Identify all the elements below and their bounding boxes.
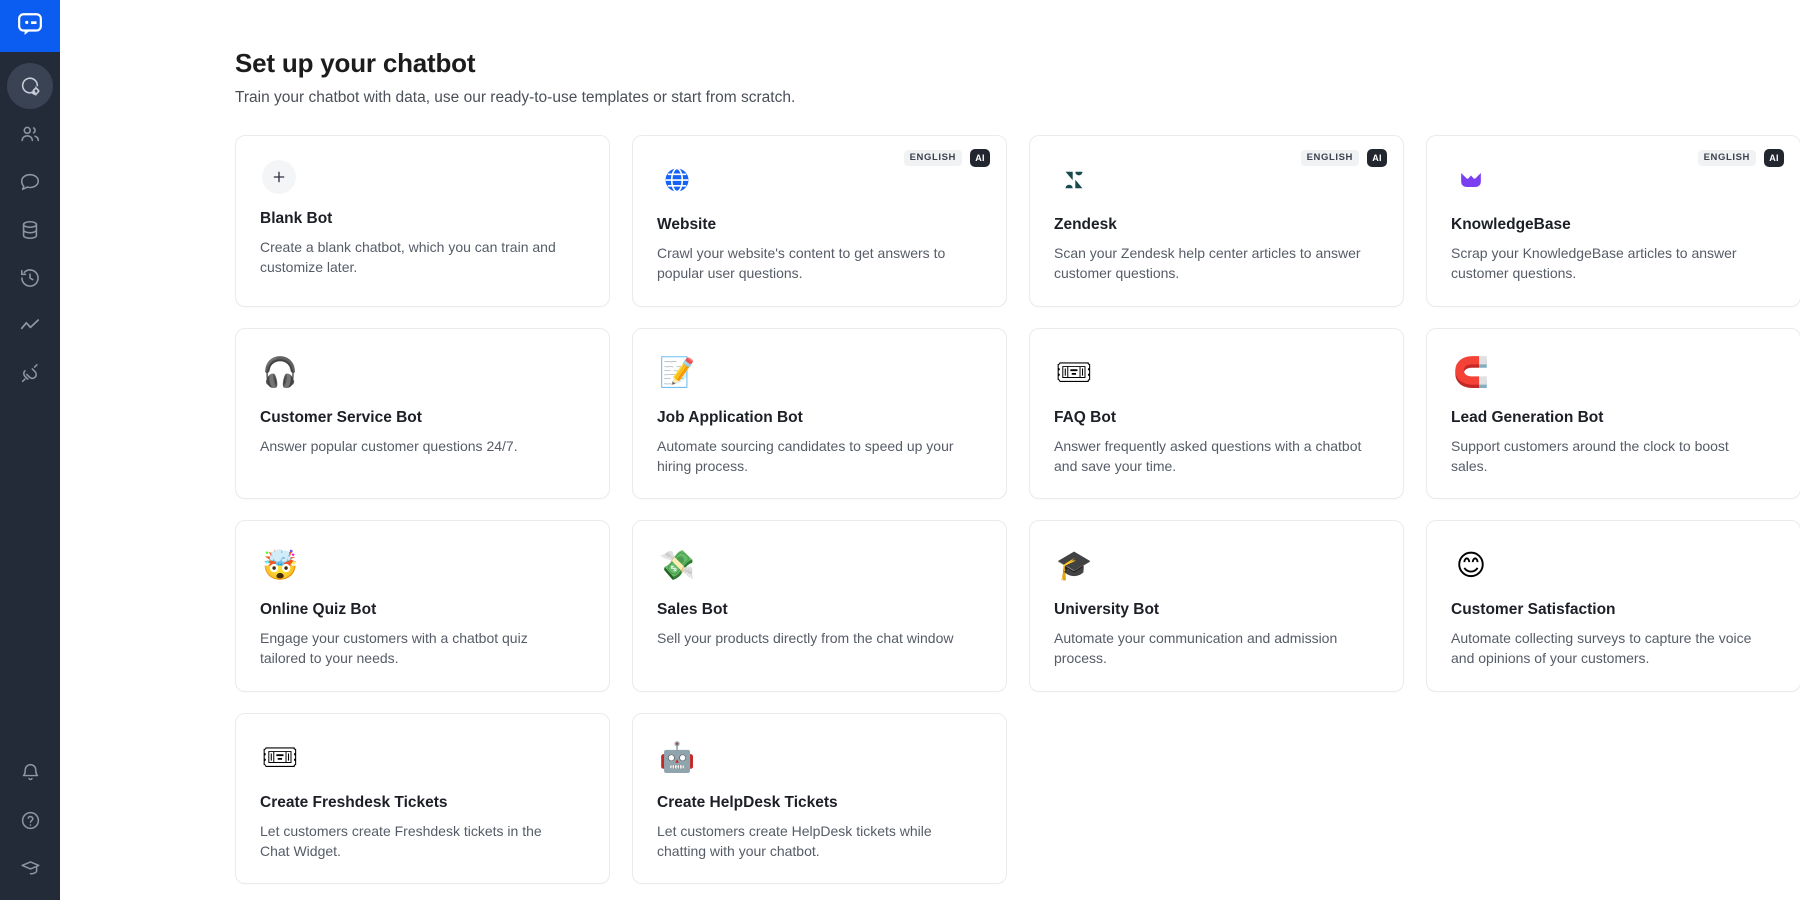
card-title: Job Application Bot <box>657 409 982 427</box>
template-card-zendesk[interactable]: ENGLISH AI Zendesk Scan your Zendesk help c… <box>1029 135 1404 307</box>
left-sidebar <box>0 0 60 900</box>
sidebar-item-analytics[interactable] <box>7 303 53 349</box>
sidebar-item-academy[interactable] <box>7 845 53 891</box>
card-title: Online Quiz Bot <box>260 601 585 619</box>
template-card-create-freshdesk-tickets[interactable]: 🎟 Create Freshdesk Tickets Let customers c… <box>235 713 610 885</box>
graduation-cap-emoji-icon: 🎓 <box>1054 545 1094 585</box>
sidebar-top-nav <box>7 52 53 398</box>
template-card-grid: Blank Bot Create a blank chatbot, which y… <box>235 135 1800 884</box>
card-description: Sell your products directly from the cha… <box>657 628 967 648</box>
app-root: Set up your chatbot Train your chatbot w… <box>0 0 1800 900</box>
card-description: Let customers create HelpDesk tickets wh… <box>657 821 967 862</box>
card-description: Scan your Zendesk help center articles t… <box>1054 243 1364 284</box>
language-badge: ENGLISH <box>904 150 962 166</box>
language-badge: ENGLISH <box>1698 150 1756 166</box>
ai-badge: AI <box>1764 149 1784 167</box>
sidebar-item-chats[interactable] <box>7 159 53 205</box>
card-title: Customer Satisfaction <box>1451 601 1776 619</box>
card-title: FAQ Bot <box>1054 409 1379 427</box>
card-description: Scrap your KnowledgeBase articles to ans… <box>1451 243 1761 284</box>
clock-history-icon <box>19 267 41 289</box>
card-title: Sales Bot <box>657 601 982 619</box>
card-description: Answer popular customer questions 24/7. <box>260 436 570 456</box>
plus-icon <box>262 160 296 194</box>
chat-bot-settings-icon <box>19 75 41 97</box>
sidebar-item-chatbots[interactable] <box>7 63 53 109</box>
card-description: Automate sourcing candidates to speed up… <box>657 436 967 477</box>
template-card-blank-bot[interactable]: Blank Bot Create a blank chatbot, which y… <box>235 135 610 307</box>
language-badge: ENGLISH <box>1301 150 1359 166</box>
template-card-online-quiz-bot[interactable]: 🤯 Online Quiz Bot Engage your customers wi… <box>235 520 610 692</box>
card-description: Answer frequently asked questions with a… <box>1054 436 1364 477</box>
template-card-sales-bot[interactable]: 💸 Sales Bot Sell your products directly fr… <box>632 520 1007 692</box>
template-card-university-bot[interactable]: 🎓 University Bot Automate your communicati… <box>1029 520 1404 692</box>
money-with-wings-emoji-icon: 💸 <box>657 545 697 585</box>
card-title: Lead Generation Bot <box>1451 409 1776 427</box>
knowledgebase-logo-icon <box>1451 160 1491 200</box>
graduation-cap-icon <box>20 858 41 879</box>
template-card-website[interactable]: ENGLISH AI Website Crawl your website's con… <box>632 135 1007 307</box>
sidebar-item-database[interactable] <box>7 207 53 253</box>
zendesk-logo-icon <box>1054 160 1094 200</box>
card-description: Automate your communication and admissio… <box>1054 628 1364 669</box>
card-description: Crawl your website's content to get answ… <box>657 243 967 284</box>
globe-icon <box>657 160 697 200</box>
speech-bubble-icon <box>19 171 41 193</box>
card-title: Website <box>657 216 982 234</box>
template-card-lead-generation-bot[interactable]: 🧲 Lead Generation Bot Support customers ar… <box>1426 328 1800 500</box>
template-card-knowledgebase[interactable]: ENGLISH AI KnowledgeBase Scrap your Knowled… <box>1426 135 1800 307</box>
ai-badge: AI <box>970 149 990 167</box>
card-title: Blank Bot <box>260 210 585 228</box>
ai-badge: AI <box>1367 149 1387 167</box>
card-description: Engage your customers with a chatbot qui… <box>260 628 570 669</box>
bell-icon <box>20 762 41 783</box>
template-card-create-helpdesk-tickets[interactable]: 🤖 Create HelpDesk Tickets Let customers cr… <box>632 713 1007 885</box>
exploding-head-emoji-icon: 🤯 <box>260 545 300 585</box>
card-description: Let customers create Freshdesk tickets i… <box>260 821 570 862</box>
sidebar-item-help[interactable] <box>7 797 53 843</box>
sidebar-item-notifications[interactable] <box>7 749 53 795</box>
template-card-job-application-bot[interactable]: 📝 Job Application Bot Automate sourcing ca… <box>632 328 1007 500</box>
main-content: Set up your chatbot Train your chatbot w… <box>60 0 1800 900</box>
sidebar-item-contacts[interactable] <box>7 111 53 157</box>
card-description: Automate collecting surveys to capture t… <box>1451 628 1761 669</box>
card-description: Create a blank chatbot, which you can tr… <box>260 237 570 278</box>
question-circle-icon <box>20 810 41 831</box>
card-title: Zendesk <box>1054 216 1379 234</box>
template-card-customer-satisfaction[interactable]: 😊 Customer Satisfaction Automate collectin… <box>1426 520 1800 692</box>
card-badges: ENGLISH AI <box>904 149 990 167</box>
page-title: Set up your chatbot <box>235 48 1800 79</box>
card-description: Support customers around the clock to bo… <box>1451 436 1761 477</box>
trend-line-icon <box>19 315 41 337</box>
page-subtitle: Train your chatbot with data, use our re… <box>235 89 1800 107</box>
card-title: Create Freshdesk Tickets <box>260 794 585 812</box>
card-badges: ENGLISH AI <box>1698 149 1784 167</box>
card-title: Customer Service Bot <box>260 409 585 427</box>
headphone-face-emoji-icon: 🎧 <box>260 353 300 393</box>
template-card-customer-service-bot[interactable]: 🎧 Customer Service Bot Answer popular cust… <box>235 328 610 500</box>
chatbot-logo-icon <box>17 11 43 42</box>
template-card-faq-bot[interactable]: 🎟 FAQ Bot Answer frequently asked question… <box>1029 328 1404 500</box>
card-badges: ENGLISH AI <box>1301 149 1387 167</box>
satisfaction-faces-emoji-icon: 😊 <box>1451 545 1491 585</box>
robot-ticket-emoji-icon: 🤖 <box>657 738 697 778</box>
document-check-emoji-icon: 📝 <box>657 353 697 393</box>
magnet-emoji-icon: 🧲 <box>1451 353 1491 393</box>
admission-ticket-emoji-icon: 🎟 <box>260 738 300 778</box>
sidebar-item-history[interactable] <box>7 255 53 301</box>
plug-icon <box>19 363 41 385</box>
database-icon <box>19 219 41 241</box>
card-title: University Bot <box>1054 601 1379 619</box>
users-icon <box>19 123 41 145</box>
sidebar-item-integrations[interactable] <box>7 351 53 397</box>
sidebar-bottom-nav <box>0 748 60 892</box>
ticket-emoji-icon: 🎟 <box>1054 353 1094 393</box>
card-title: Create HelpDesk Tickets <box>657 794 982 812</box>
app-logo[interactable] <box>0 0 60 52</box>
card-title: KnowledgeBase <box>1451 216 1776 234</box>
